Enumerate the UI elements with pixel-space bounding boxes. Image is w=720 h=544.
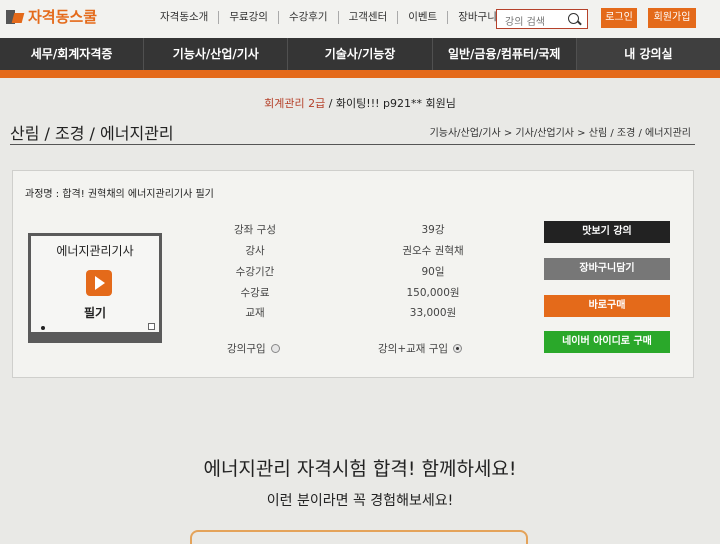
promo-box-edge [190,530,528,544]
option-lecture-only[interactable]: 강의구입 [227,341,280,356]
option-label: 강의+교재 구입 [378,343,449,355]
tab-technician[interactable]: 기능사/산업/기사 [143,38,287,70]
topnav-reviews[interactable]: 수강후기 [277,11,338,24]
promo-headline: 에너지관리 자격시험 합격! 함께하세요! [203,458,517,480]
info-value: 39강 [421,224,445,236]
thumbnail-square-icon [148,323,155,330]
thumbnail-subtitle: 필기 [83,306,107,320]
tab-tax-accounting[interactable]: 세무/회계자격증 [0,38,143,70]
info-value: 권오수 권혁채 [402,245,464,257]
thumbnail-bar [31,332,159,340]
user-greeting: 회계관리 2급 / 화이팅!!! p921** 회원님 [0,95,720,111]
topnav-support[interactable]: 고객센터 [337,11,398,24]
site-logo[interactable]: 자격동스쿨 [6,6,97,27]
buy-now-button[interactable]: 바로구매 [544,295,670,317]
naver-buy-button[interactable]: 네이버 아이디로 구매 [544,331,670,353]
info-label: 교재 [245,307,265,319]
info-value: 150,000원 [406,287,460,299]
topnav-free-lectures[interactable]: 무료강의 [218,11,278,24]
info-label: 강좌 구성 [234,224,276,236]
search-input[interactable] [497,13,571,32]
topnav-about[interactable]: 자격동소개 [150,11,218,24]
topnav-events[interactable]: 이벤트 [397,11,447,24]
add-to-cart-button[interactable]: 장바구니담기 [544,258,670,280]
top-bar: 자격동스쿨 자격동소개 무료강의 수강후기 고객센터 이벤트 장바구니 로그인 … [0,0,720,38]
top-nav: 자격동소개 무료강의 수강후기 고객센터 이벤트 장바구니 [150,11,507,24]
radio-lecture-only[interactable] [270,344,280,353]
page-header: 산림 / 조경 / 에너지관리 기능사/산업/기사 > 기사/산업기사 > 산림… [10,118,695,145]
preview-lecture-button[interactable]: 맛보기 강의 [544,221,670,243]
nav-accent-bar [0,70,720,78]
search-icon[interactable] [568,13,579,24]
login-button[interactable]: 로그인 [601,8,637,28]
info-value: 90일 [421,266,445,278]
option-lecture-book[interactable]: 강의+교재 구입 [378,341,463,356]
play-icon[interactable] [86,270,112,296]
main-nav: 세무/회계자격증 기능사/산업/기사 기술사/기능장 일반/금융/컴퓨터/국제 … [0,38,720,70]
promo-subheadline: 이런 분이라면 꼭 경험해보세요! [266,493,454,509]
breadcrumb[interactable]: 기능사/산업/기사 > 기사/산업기사 > 산림 / 조경 / 에너지관리 [430,124,691,139]
thumbnail-title: 에너지관리기사 [56,244,134,258]
info-label: 강사 [245,245,265,257]
info-value: 33,000원 [409,307,457,319]
course-name: 과정명 : 합격! 권혁채의 에너지관리기사 필기 [25,189,214,200]
join-button[interactable]: 회원가입 [648,8,696,28]
page-title: 산림 / 조경 / 에너지관리 [10,124,174,143]
tab-professional-engineer[interactable]: 기술사/기능장 [287,38,431,70]
tab-general-finance-computer[interactable]: 일반/금융/컴퓨터/국제 [431,38,576,70]
info-label: 수강기간 [235,266,275,278]
logo-icon [6,8,25,26]
logo-text: 자격동스쿨 [28,8,98,26]
course-thumbnail[interactable]: 에너지관리기사 필기 [28,233,162,343]
info-label: 수강료 [240,287,270,299]
tab-my-classroom[interactable]: 내 강의실 [575,38,720,70]
greeting-rank: 회계관리 2급 [264,97,326,110]
search-box [496,9,588,32]
course-box: 과정명 : 합격! 권혁채의 에너지관리기사 필기 에너지관리기사 필기 강좌 … [12,170,694,378]
radio-lecture-book[interactable] [453,344,463,353]
thumbnail-dot [41,326,45,330]
option-label: 강의구입 [227,343,266,355]
greeting-text: / 화이팅!!! p921** 회원님 [328,97,456,110]
